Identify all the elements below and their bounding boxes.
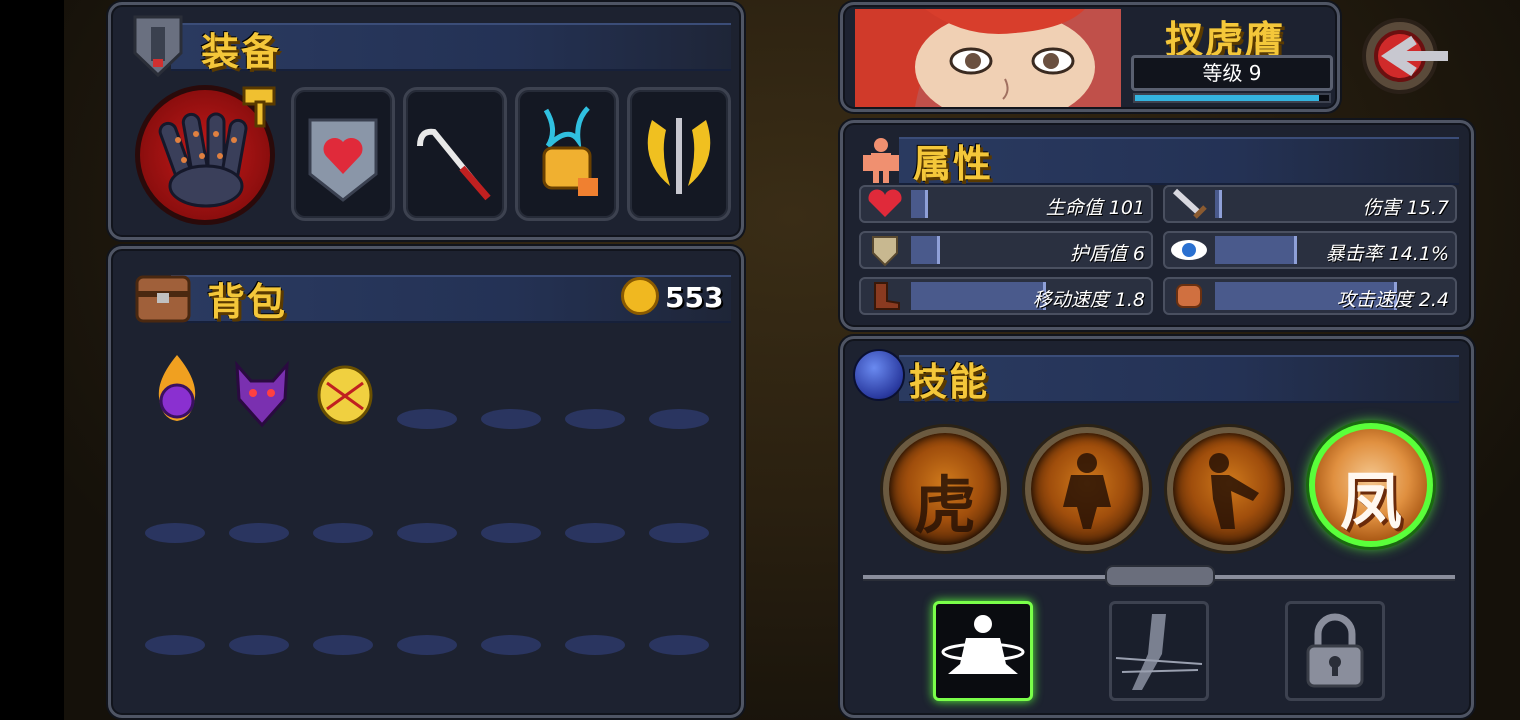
empty-slot[interactable] xyxy=(145,523,205,543)
kick-silhouette-icon xyxy=(1209,453,1259,529)
empty-slot[interactable] xyxy=(481,635,541,655)
purple-wolf-mask-icon[interactable] xyxy=(229,359,295,429)
xp-bar-fill xyxy=(1135,95,1320,101)
skills-panel: 技能 虎 凤 xyxy=(840,336,1474,718)
empty-slot[interactable] xyxy=(313,635,373,655)
fighter-silhouette-icon xyxy=(1063,453,1111,529)
empty-slot[interactable] xyxy=(397,409,457,429)
empty-slot[interactable] xyxy=(229,635,289,655)
stat-damage: 伤害 15.7 xyxy=(1163,185,1457,223)
dash-figure-icon xyxy=(1115,614,1203,690)
stat-bar xyxy=(911,190,928,218)
winged-blade-icon xyxy=(647,118,711,194)
empty-slot[interactable] xyxy=(565,523,625,543)
stat-move-speed: 移动速度 1.8 xyxy=(859,277,1153,315)
stat-bar xyxy=(911,236,940,264)
back-arrow-icon xyxy=(1362,18,1448,94)
golden-egg-icon[interactable] xyxy=(313,353,377,427)
attributes-panel: 属性 生命值 101 伤害 15.7 护盾值 6 暴击率 14.1% 移动速度 … xyxy=(840,120,1474,330)
stat-crit: 暴击率 14.1% xyxy=(1163,231,1457,269)
skill-glyph: 凤 xyxy=(1339,465,1402,538)
skill-orb-tiger[interactable]: 虎 xyxy=(883,427,1007,551)
stat-label: 暴击率 14.1% xyxy=(1325,243,1449,265)
divider-ornament xyxy=(1105,565,1215,587)
back-button[interactable] xyxy=(1360,14,1454,98)
empty-slot[interactable] xyxy=(649,523,709,543)
xp-bar xyxy=(1133,93,1331,103)
shield-icon xyxy=(872,236,898,267)
heart-icon xyxy=(868,189,902,217)
empty-slot[interactable] xyxy=(565,635,625,655)
empty-slot[interactable] xyxy=(397,523,457,543)
empty-slot[interactable] xyxy=(229,523,289,543)
meditate-figure-icon xyxy=(941,615,1025,674)
fist-icon xyxy=(1176,284,1202,308)
empty-slot[interactable] xyxy=(649,635,709,655)
skills-title: 技能 xyxy=(909,360,990,404)
sword-icon xyxy=(1172,188,1207,219)
purple-flame-orb-icon[interactable] xyxy=(147,349,207,429)
stat-label: 攻击速度 2.4 xyxy=(1336,289,1449,311)
equipped-weapon-slot[interactable] xyxy=(135,85,276,225)
stat-health: 生命值 101 xyxy=(859,185,1153,223)
stat-label: 移动速度 1.8 xyxy=(1032,289,1145,311)
hammer-badge-icon xyxy=(242,86,276,128)
backpack-icon xyxy=(135,275,191,323)
character-portrait xyxy=(855,9,1121,107)
empty-slot[interactable] xyxy=(481,523,541,543)
equipment-title: 装备 xyxy=(201,30,282,74)
empty-slot[interactable] xyxy=(313,523,373,543)
level-label: 等级 9 xyxy=(1202,61,1262,85)
stat-bar xyxy=(911,282,1046,310)
skill-orb-phoenix[interactable]: 凤 xyxy=(1309,423,1433,547)
empty-slot[interactable] xyxy=(397,635,457,655)
body-figure-icon xyxy=(863,138,899,183)
equipment-slot-wings[interactable] xyxy=(627,87,731,221)
stat-bar xyxy=(1215,236,1297,264)
empty-slot[interactable] xyxy=(565,409,625,429)
stat-label: 护盾值 6 xyxy=(1069,243,1145,265)
character-panel: 扠虎膺 等级 9 xyxy=(840,2,1340,112)
equipment-slot-hook[interactable] xyxy=(403,87,507,221)
equipment-slot-heart-shield[interactable] xyxy=(291,87,395,221)
skill-glyph: 虎 xyxy=(913,469,976,542)
stat-shield: 护盾值 6 xyxy=(859,231,1153,269)
skill-orb-stance[interactable] xyxy=(1025,427,1149,551)
boot-icon xyxy=(874,282,900,310)
stance-ability-button[interactable] xyxy=(933,601,1033,701)
empty-slot[interactable] xyxy=(145,635,205,655)
gold-counter: 553 xyxy=(621,277,733,315)
stat-label: 伤害 15.7 xyxy=(1362,197,1449,219)
stat-bar xyxy=(1215,190,1222,218)
skills-orb-icon xyxy=(853,349,905,401)
equipment-panel: 装备 xyxy=(108,2,744,240)
empty-slot[interactable] xyxy=(649,409,709,429)
heart-shield-icon xyxy=(308,118,378,202)
hook-staff-icon xyxy=(417,128,491,201)
padlock-icon xyxy=(1306,613,1364,688)
gold-coin-icon xyxy=(621,277,659,315)
empty-slot[interactable] xyxy=(481,409,541,429)
stat-attack-speed: 攻击速度 2.4 xyxy=(1163,277,1457,315)
gold-amount: 553 xyxy=(665,281,724,314)
level-box: 等级 9 xyxy=(1131,55,1333,91)
eye-icon xyxy=(1171,240,1207,260)
armor-icon xyxy=(133,15,183,78)
backpack-title: 背包 xyxy=(207,280,288,324)
locked-ability-button[interactable] xyxy=(1285,601,1385,701)
skill-orb-kick[interactable] xyxy=(1167,427,1291,551)
flaming-fist-icon xyxy=(542,106,598,196)
equipment-slot-fist[interactable] xyxy=(515,87,619,221)
stat-label: 生命值 101 xyxy=(1045,197,1145,219)
dash-ability-button[interactable] xyxy=(1109,601,1209,701)
attributes-title: 属性 xyxy=(913,142,994,186)
backpack-panel: 背包 553 xyxy=(108,246,744,718)
